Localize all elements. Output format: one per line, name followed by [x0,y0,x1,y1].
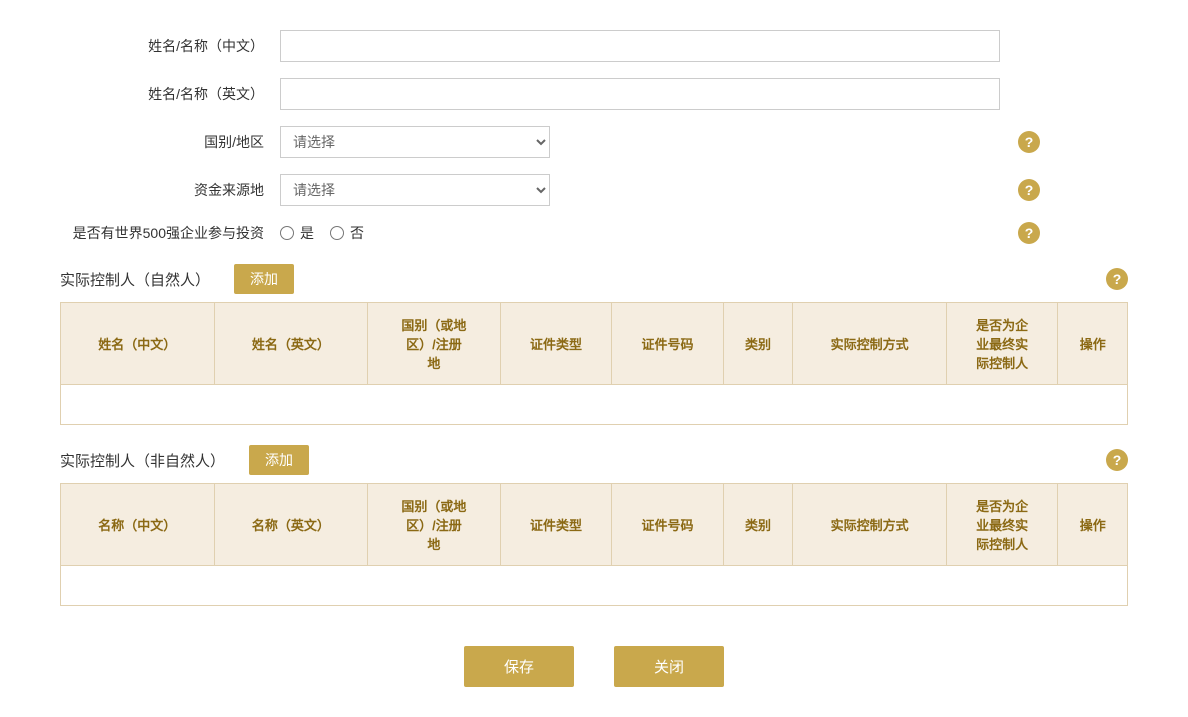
fund-source-help-icon[interactable]: ? [1018,179,1040,201]
non-natural-col-name-en: 名称（英文） [214,484,368,566]
non-natural-col-country: 国别（或地区）/注册地 [368,484,501,566]
name-cn-label: 姓名/名称（中文） [60,36,280,56]
non-natural-empty-cell [61,566,1128,606]
non-natural-col-is-final: 是否为企业最终实际控制人 [946,484,1058,566]
name-en-input[interactable] [280,78,1000,110]
natural-add-button[interactable]: 添加 [234,264,294,294]
natural-col-is-final: 是否为企业最终实际控制人 [946,303,1058,385]
fund-source-select[interactable]: 请选择 [280,174,550,206]
fortune500-field-wrapper: 是 否 ? [280,222,1040,244]
fortune500-yes-radio[interactable] [280,226,294,240]
natural-col-action: 操作 [1058,303,1128,385]
country-field-wrapper: 请选择 ? [280,126,1040,158]
country-label: 国别/地区 [60,132,280,152]
country-row: 国别/地区 请选择 ? [60,126,1128,158]
natural-col-name-cn: 姓名（中文） [61,303,215,385]
natural-col-cert-type: 证件类型 [500,303,612,385]
country-help-icon[interactable]: ? [1018,131,1040,153]
natural-table-body [61,385,1128,425]
natural-table: 姓名（中文） 姓名（英文） 国别（或地区）/注册地 证件类型 证件号码 类别 实… [60,302,1128,425]
name-cn-row: 姓名/名称（中文） [60,30,1128,62]
non-natural-table-body [61,566,1128,606]
natural-table-wrapper: 姓名（中文） 姓名（英文） 国别（或地区）/注册地 证件类型 证件号码 类别 实… [60,302,1128,425]
natural-table-head: 姓名（中文） 姓名（英文） 国别（或地区）/注册地 证件类型 证件号码 类别 实… [61,303,1128,385]
fund-source-field-wrapper: 请选择 ? [280,174,1040,206]
fund-source-label: 资金来源地 [60,180,280,200]
non-natural-table-head: 名称（中文） 名称（英文） 国别（或地区）/注册地 证件类型 证件号码 类别 实… [61,484,1128,566]
bottom-buttons: 保存 关闭 [60,646,1128,687]
non-natural-section-help-icon[interactable]: ? [1106,449,1128,471]
non-natural-col-cert-no: 证件号码 [612,484,724,566]
name-en-label: 姓名/名称（英文） [60,84,280,104]
fortune500-row: 是否有世界500强企业参与投资 是 否 ? [60,222,1128,244]
fund-source-row: 资金来源地 请选择 ? [60,174,1128,206]
non-natural-table-wrapper: 名称（中文） 名称（英文） 国别（或地区）/注册地 证件类型 证件号码 类别 实… [60,483,1128,606]
non-natural-header-row: 名称（中文） 名称（英文） 国别（或地区）/注册地 证件类型 证件号码 类别 实… [61,484,1128,566]
non-natural-col-cert-type: 证件类型 [500,484,612,566]
natural-col-country: 国别（或地区）/注册地 [368,303,501,385]
fortune500-help-icon[interactable]: ? [1018,222,1040,244]
natural-section-title: 实际控制人（自然人） [60,269,210,290]
non-natural-col-control-method: 实际控制方式 [793,484,947,566]
name-en-row: 姓名/名称（英文） [60,78,1128,110]
non-natural-add-button[interactable]: 添加 [249,445,309,475]
natural-col-name-en: 姓名（英文） [214,303,368,385]
non-natural-section-title: 实际控制人（非自然人） [60,450,225,471]
non-natural-col-category: 类别 [723,484,793,566]
fortune500-yes-option[interactable]: 是 [280,223,314,243]
close-button[interactable]: 关闭 [614,646,724,687]
non-natural-col-action: 操作 [1058,484,1128,566]
fortune500-no-radio[interactable] [330,226,344,240]
natural-section-help-icon[interactable]: ? [1106,268,1128,290]
non-natural-empty-row [61,566,1128,606]
country-select[interactable]: 请选择 [280,126,550,158]
fortune500-no-label: 否 [350,223,364,243]
form-container: 姓名/名称（中文） 姓名/名称（英文） 国别/地区 请选择 ? 资金来源地 请选… [60,30,1128,687]
non-natural-section-title-wrapper: 实际控制人（非自然人） 添加 [60,445,309,475]
natural-section-title-wrapper: 实际控制人（自然人） 添加 [60,264,294,294]
natural-header-row: 姓名（中文） 姓名（英文） 国别（或地区）/注册地 证件类型 证件号码 类别 实… [61,303,1128,385]
natural-section-header: 实际控制人（自然人） 添加 ? [60,264,1128,294]
fortune500-label: 是否有世界500强企业参与投资 [60,223,280,243]
natural-col-category: 类别 [723,303,793,385]
save-button[interactable]: 保存 [464,646,574,687]
non-natural-section-header: 实际控制人（非自然人） 添加 ? [60,445,1128,475]
fortune500-yes-label: 是 [300,223,314,243]
natural-col-cert-no: 证件号码 [612,303,724,385]
non-natural-col-name-cn: 名称（中文） [61,484,215,566]
name-cn-input[interactable] [280,30,1000,62]
natural-empty-row [61,385,1128,425]
fortune500-radio-group: 是 否 [280,223,364,243]
natural-col-control-method: 实际控制方式 [793,303,947,385]
non-natural-table: 名称（中文） 名称（英文） 国别（或地区）/注册地 证件类型 证件号码 类别 实… [60,483,1128,606]
natural-empty-cell [61,385,1128,425]
fortune500-no-option[interactable]: 否 [330,223,364,243]
